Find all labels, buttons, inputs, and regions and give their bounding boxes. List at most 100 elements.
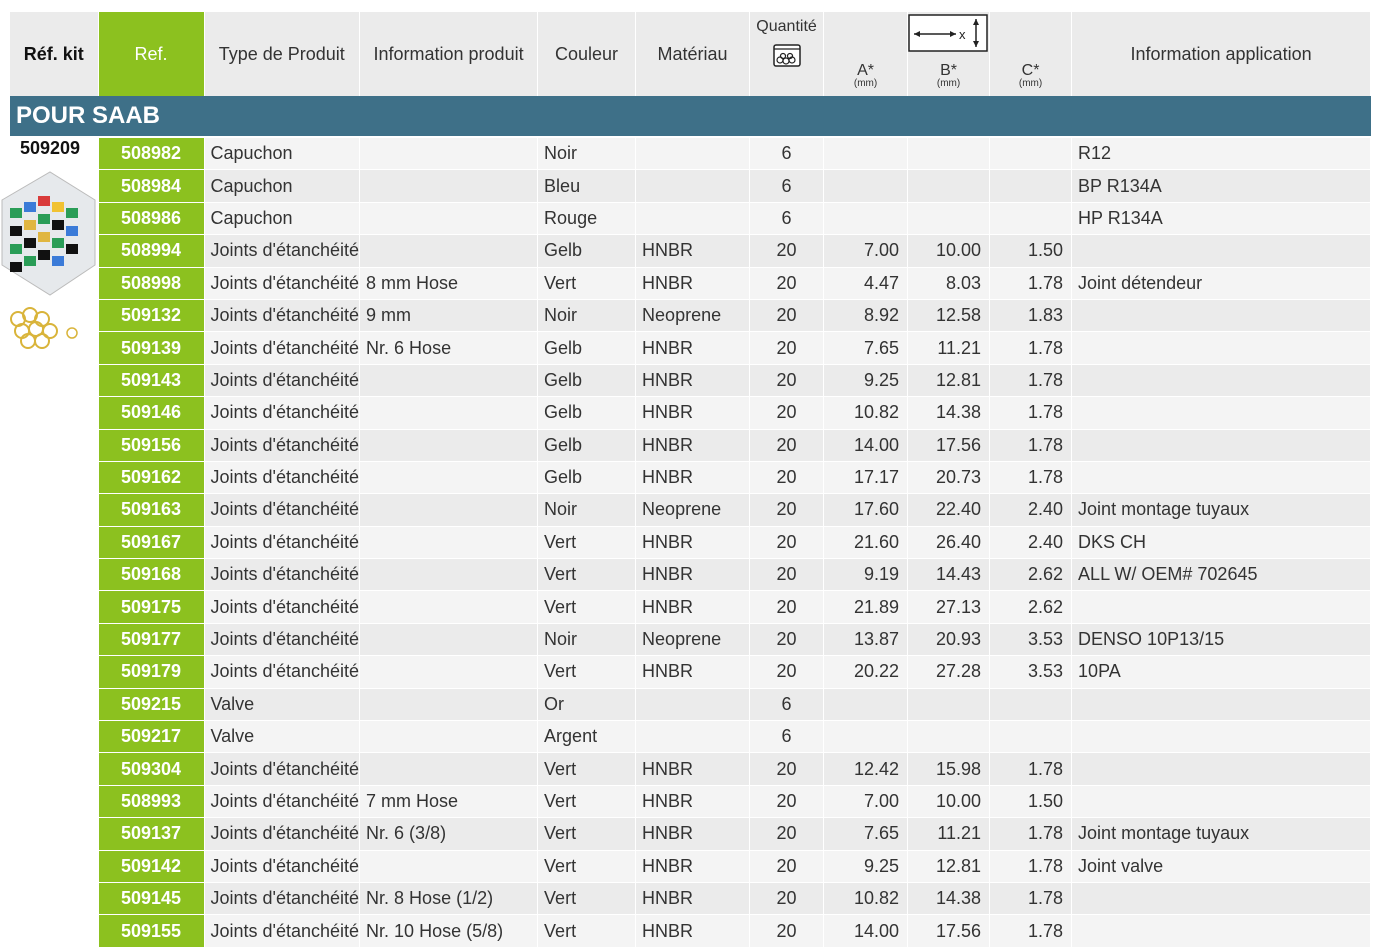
dim-c-cell: 1.78	[989, 882, 1073, 916]
type-cell: Joints d'étanchéité	[204, 493, 361, 527]
header-quantite: Quantité	[749, 12, 825, 96]
kit-ref-cell	[10, 720, 99, 754]
bag-icon	[772, 44, 801, 67]
qty-cell: 6	[749, 688, 825, 722]
qty-cell: 6	[749, 169, 825, 203]
materiau-cell	[635, 688, 751, 722]
dim-b-cell: 11.21	[907, 331, 991, 365]
qty-cell: 20	[749, 558, 825, 592]
type-cell: Joints d'étanchéité	[204, 396, 361, 430]
dim-b-cell	[907, 720, 991, 754]
dim-c-cell	[989, 137, 1073, 171]
table-row: 509175 Joints d'étanchéité Vert HNBR 20 21.89…	[10, 590, 1372, 624]
type-cell: Joints d'étanchéité	[204, 752, 361, 786]
materiau-cell: HNBR	[635, 429, 751, 462]
type-cell: Joints d'étanchéité	[204, 623, 361, 657]
table-row: 509132 Joints d'étanchéité 9 mm Noir Neopren…	[10, 299, 1372, 333]
kit-ref-cell	[10, 817, 99, 851]
kit-ref-cell: 509209	[10, 137, 99, 171]
ref-cell: 509217	[98, 720, 205, 754]
ref-cell: 509155	[98, 914, 205, 948]
info-cell	[359, 558, 539, 592]
dim-c-cell	[989, 202, 1073, 236]
section-row: POUR SAAB	[10, 96, 1371, 138]
dim-c-cell: 1.78	[989, 752, 1073, 786]
qty-cell: 20	[749, 623, 825, 657]
svg-text:x: x	[959, 27, 966, 42]
dim-a-cell	[823, 137, 909, 171]
couleur-cell: Gelb	[537, 234, 637, 268]
ref-cell: 509215	[98, 688, 205, 722]
couleur-cell: Vert	[537, 817, 637, 851]
materiau-cell: HNBR	[635, 914, 751, 948]
table-row: 509163 Joints d'étanchéité Noir Neoprene 20 1…	[10, 493, 1372, 527]
materiau-cell: Neoprene	[635, 493, 751, 527]
kit-ref-cell	[10, 461, 99, 495]
dim-b-cell: 22.40	[907, 493, 991, 527]
couleur-cell: Vert	[537, 558, 637, 592]
dim-c-cell	[989, 720, 1073, 754]
application-cell	[1071, 396, 1372, 430]
ref-cell: 509163	[98, 493, 205, 527]
materiau-cell: HNBR	[635, 461, 751, 495]
type-cell: Joints d'étanchéité	[204, 234, 361, 268]
kit-ref-cell	[10, 882, 99, 916]
dim-a-cell	[823, 688, 909, 722]
dim-b-cell: 12.81	[907, 364, 991, 398]
qty-cell: 20	[749, 299, 825, 333]
materiau-cell: HNBR	[635, 785, 751, 819]
qty-cell: 20	[749, 752, 825, 786]
couleur-cell: Vert	[537, 267, 637, 300]
type-cell: Capuchon	[204, 202, 361, 236]
table-row: 509215 Valve Or 6	[10, 688, 1372, 722]
qty-cell: 6	[749, 137, 825, 171]
dim-c-cell: 1.78	[989, 364, 1073, 398]
dim-b-cell: 26.40	[907, 526, 991, 560]
dim-a-cell: 10.82	[823, 396, 909, 430]
application-cell	[1071, 461, 1372, 495]
ref-cell: 509177	[98, 623, 205, 657]
ref-cell: 508998	[98, 267, 205, 300]
dim-a-cell	[823, 169, 909, 203]
dim-a-cell: 14.00	[823, 914, 909, 948]
ref-cell: 509167	[98, 526, 205, 560]
table-row: 508998 Joints d'étanchéité 8 mm Hose Vert HN…	[10, 267, 1372, 300]
dim-c-cell: 1.78	[989, 267, 1073, 300]
header-couleur: Couleur	[537, 12, 637, 96]
kit-ref-cell	[10, 752, 99, 786]
application-cell	[1071, 785, 1372, 819]
couleur-cell: Bleu	[537, 169, 637, 203]
couleur-cell: Vert	[537, 850, 637, 883]
type-cell: Joints d'étanchéité	[204, 785, 361, 819]
couleur-cell: Noir	[537, 137, 637, 171]
materiau-cell	[635, 169, 751, 203]
header-ref: Ref.	[98, 12, 205, 96]
application-cell: Joint montage tuyaux	[1071, 817, 1372, 851]
table-row: 509177 Joints d'étanchéité Noir Neoprene 20 1…	[10, 623, 1372, 657]
dim-b-cell: 10.00	[907, 234, 991, 268]
table-row: 509179 Joints d'étanchéité Vert HNBR 20 20.22…	[10, 655, 1372, 689]
dim-c-cell: 1.83	[989, 299, 1073, 333]
materiau-cell: HNBR	[635, 526, 751, 560]
info-cell	[359, 364, 539, 398]
qty-cell: 20	[749, 850, 825, 883]
dim-c-cell: 1.78	[989, 850, 1073, 883]
dim-c-cell: 1.50	[989, 234, 1073, 268]
type-cell: Joints d'étanchéité	[204, 364, 361, 398]
header-c-label: C*	[1021, 62, 1040, 79]
kit-ref-cell	[10, 493, 99, 527]
materiau-cell: HNBR	[635, 882, 751, 916]
materiau-cell: HNBR	[635, 234, 751, 268]
application-cell: HP R134A	[1071, 202, 1372, 236]
table-row: 509168 Joints d'étanchéité Vert HNBR 20 9.19 1…	[10, 558, 1372, 592]
couleur-cell: Noir	[537, 299, 637, 333]
materiau-cell: HNBR	[635, 396, 751, 430]
info-cell	[359, 752, 539, 786]
type-cell: Valve	[204, 720, 361, 754]
page: Réf. kit Ref. Type de Produit Informatio…	[0, 0, 1373, 948]
application-cell	[1071, 364, 1372, 398]
table-row: 509137 Joints d'étanchéité Nr. 6 (3/8) Vert…	[10, 817, 1372, 851]
kit-ref-cell	[10, 655, 99, 689]
materiau-cell: Neoprene	[635, 623, 751, 657]
ref-cell: 509145	[98, 882, 205, 916]
